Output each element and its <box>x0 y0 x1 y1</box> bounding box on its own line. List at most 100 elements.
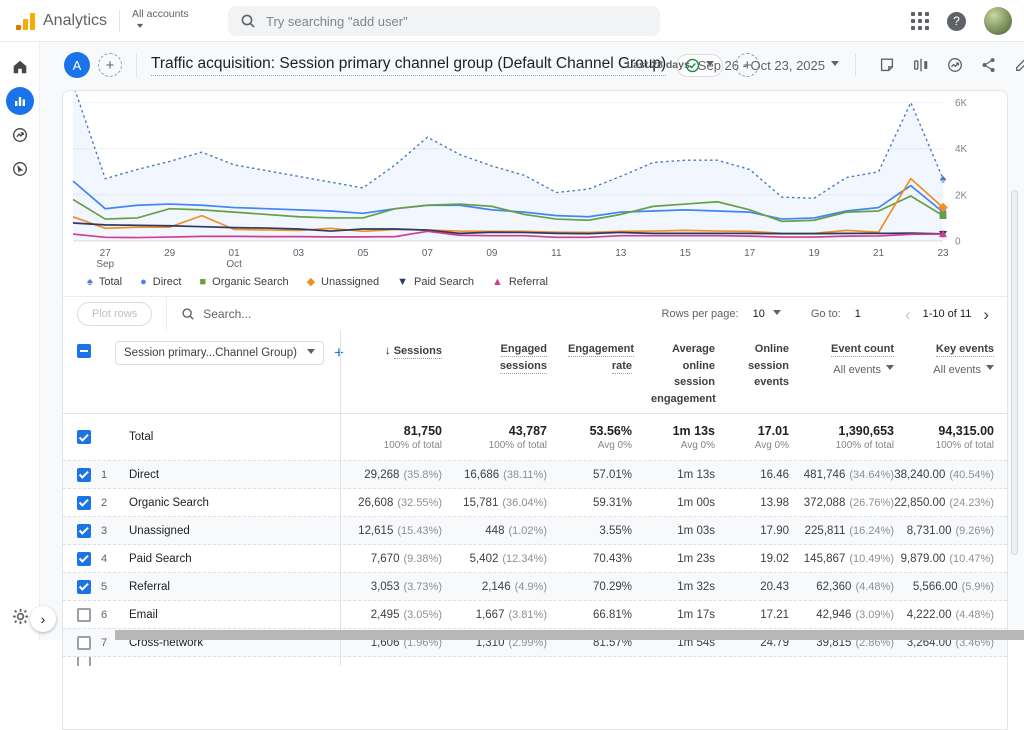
top-app-bar: Analytics All accounts Try searching "ad… <box>0 0 1024 42</box>
legend-item-direct[interactable]: ●Direct <box>140 276 181 288</box>
goto-page-input[interactable]: 1 <box>855 308 861 320</box>
vertical-scrollbar[interactable] <box>1011 190 1018 555</box>
total-cell: 1m 13sAvg 0% <box>646 414 729 460</box>
column-header-key-events[interactable]: Key events All events <box>908 331 1008 413</box>
row-checkbox[interactable] <box>77 524 91 538</box>
chevron-down-icon[interactable] <box>831 61 839 70</box>
home-icon <box>11 58 29 76</box>
svg-text:♠: ♠ <box>940 172 947 186</box>
account-switcher[interactable]: All accounts <box>132 9 189 32</box>
sidebar-item-reports[interactable] <box>0 84 40 118</box>
row-checkbox[interactable] <box>77 608 91 622</box>
global-search-input[interactable]: Try searching "add user" <box>228 6 660 36</box>
compare-icon[interactable] <box>912 56 930 74</box>
metric-cell: 3,053(3.73%) <box>341 573 456 600</box>
legend-item-organic-search[interactable]: ■Organic Search <box>199 276 288 288</box>
legend-item-paid-search[interactable]: ▼Paid Search <box>397 276 474 288</box>
channel-name: Unassigned <box>129 525 190 537</box>
metric-cell: 59.31% <box>561 489 646 516</box>
metric-cell: 2,146(4.9%) <box>456 573 561 600</box>
row-number: 1 <box>101 469 119 481</box>
x-axis-label: 19 <box>809 248 821 259</box>
table-row-paid-search[interactable]: 4Paid Search7,670(9.38%)5,402(12.34%)70.… <box>63 545 1007 573</box>
channels-table: Session primary...Channel Group)+↓Sessio… <box>63 331 1007 666</box>
metric-cell: 1m 23s <box>646 545 729 572</box>
google-apps-grid-icon[interactable] <box>911 12 929 30</box>
row-number: 3 <box>101 525 119 537</box>
date-range-picker[interactable]: Sep 26 - Oct 23, 2025 <box>698 58 825 73</box>
horizontal-scrollbar[interactable] <box>115 630 1024 640</box>
x-axis-label: 09 <box>486 248 498 259</box>
table-row-referral[interactable]: 5Referral3,053(3.73%)2,146(4.9%)70.29%1m… <box>63 573 1007 601</box>
rows-per-page-select[interactable]: 10 <box>753 308 765 320</box>
row-checkbox[interactable] <box>77 496 91 510</box>
column-label: Key events <box>936 343 994 357</box>
insights-icon[interactable] <box>946 56 964 74</box>
avatar[interactable] <box>984 7 1012 35</box>
column-filter-key-events[interactable]: All events <box>933 364 994 376</box>
legend-item-referral[interactable]: ▲Referral <box>492 276 548 288</box>
total-cell: 17.01Avg 0% <box>729 414 803 460</box>
table-row-email[interactable]: 6Email2,495(3.05%)1,667(3.81%)66.81%1m 1… <box>63 601 1007 629</box>
metric-cell: 1m 03s <box>646 517 729 544</box>
column-filter-event-count[interactable]: All events <box>833 364 894 376</box>
total-row-checkbox[interactable] <box>77 430 91 444</box>
metric-cell: 22,850.00(24.23%) <box>908 489 1008 516</box>
legend-item-unassigned[interactable]: ◆Unassigned <box>307 276 380 288</box>
next-page-icon[interactable]: › <box>979 306 993 323</box>
x-axis-sublabel: Oct <box>226 259 242 269</box>
expand-nav-button[interactable]: › <box>30 606 56 632</box>
metric-cell: 1,667(3.81%) <box>456 601 561 628</box>
total-cell: 53.56%Avg 0% <box>561 414 646 460</box>
analytics-logo-icon[interactable] <box>16 12 35 30</box>
sidebar-item-advertising[interactable] <box>0 152 40 186</box>
metric-cell: 145,867(10.49%) <box>803 545 908 572</box>
chevron-down-icon <box>886 365 894 374</box>
table-row-organic-search[interactable]: 2Organic Search26,608(32.55%)15,781(36.0… <box>63 489 1007 517</box>
legend-marker-icon: ▼ <box>397 277 408 288</box>
metric-cell: 70.43% <box>561 545 646 572</box>
metric-cell: 481,746(34.64%) <box>803 461 908 488</box>
row-checkbox[interactable] <box>77 580 91 594</box>
share-icon[interactable] <box>980 56 998 74</box>
table-search-input[interactable]: Search... <box>181 307 251 321</box>
note-icon[interactable] <box>878 56 896 74</box>
row-number: 2 <box>101 497 119 509</box>
add-comparison-button[interactable]: + <box>98 53 122 77</box>
metric-cell: 9,879.00(10.47%) <box>908 545 1008 572</box>
legend-item-total[interactable]: ♠Total <box>87 276 122 288</box>
select-all-checkbox[interactable] <box>77 344 91 358</box>
metric-cell: 3.55% <box>561 517 646 544</box>
customize-report-icon[interactable] <box>1014 55 1024 73</box>
legend-label: Direct <box>153 276 182 288</box>
table-row-direct[interactable]: 1Direct29,268(35.8%)16,686(38.11%)57.01%… <box>63 461 1007 489</box>
prev-page-icon[interactable]: ‹ <box>901 306 915 323</box>
property-badge[interactable]: A <box>64 52 90 78</box>
row-checkbox[interactable] <box>77 636 91 650</box>
column-header-average-online-session-engagement[interactable]: Average online session engagement <box>646 331 729 413</box>
legend-label: Referral <box>509 276 548 288</box>
column-label: Engaged sessions <box>500 343 547 374</box>
gear-icon <box>11 607 30 626</box>
row-checkbox[interactable] <box>77 468 91 482</box>
column-header-engaged-sessions[interactable]: Engaged sessions <box>456 331 561 413</box>
search-icon <box>181 307 195 321</box>
legend-label: Unassigned <box>321 276 379 288</box>
help-icon[interactable]: ? <box>947 12 966 31</box>
column-header-online-session-events[interactable]: Online session events <box>729 331 803 413</box>
chevron-down-icon[interactable] <box>773 310 781 319</box>
sidebar-item-home[interactable] <box>0 50 40 84</box>
plot-rows-button[interactable]: Plot rows <box>77 302 152 326</box>
sidebar-item-explore[interactable] <box>0 118 40 152</box>
report-title[interactable]: Traffic acquisition: Session primary cha… <box>151 55 666 76</box>
metric-cell: 8,731.00(9.26%) <box>908 517 1008 544</box>
metric-cell: 225,811(16.24%) <box>803 517 908 544</box>
table-row-unassigned[interactable]: 3Unassigned12,615(15.43%)448(1.02%)3.55%… <box>63 517 1007 545</box>
row-checkbox[interactable] <box>77 552 91 566</box>
dimension-selector[interactable]: Session primary...Channel Group) <box>115 341 324 365</box>
column-header-sessions[interactable]: ↓Sessions <box>341 331 456 413</box>
table-search-placeholder: Search... <box>203 307 251 321</box>
metric-cell: 448(1.02%) <box>456 517 561 544</box>
column-header-engagement-rate[interactable]: Engagement rate <box>561 331 646 413</box>
column-header-event-count[interactable]: Event countAll events <box>803 331 908 413</box>
